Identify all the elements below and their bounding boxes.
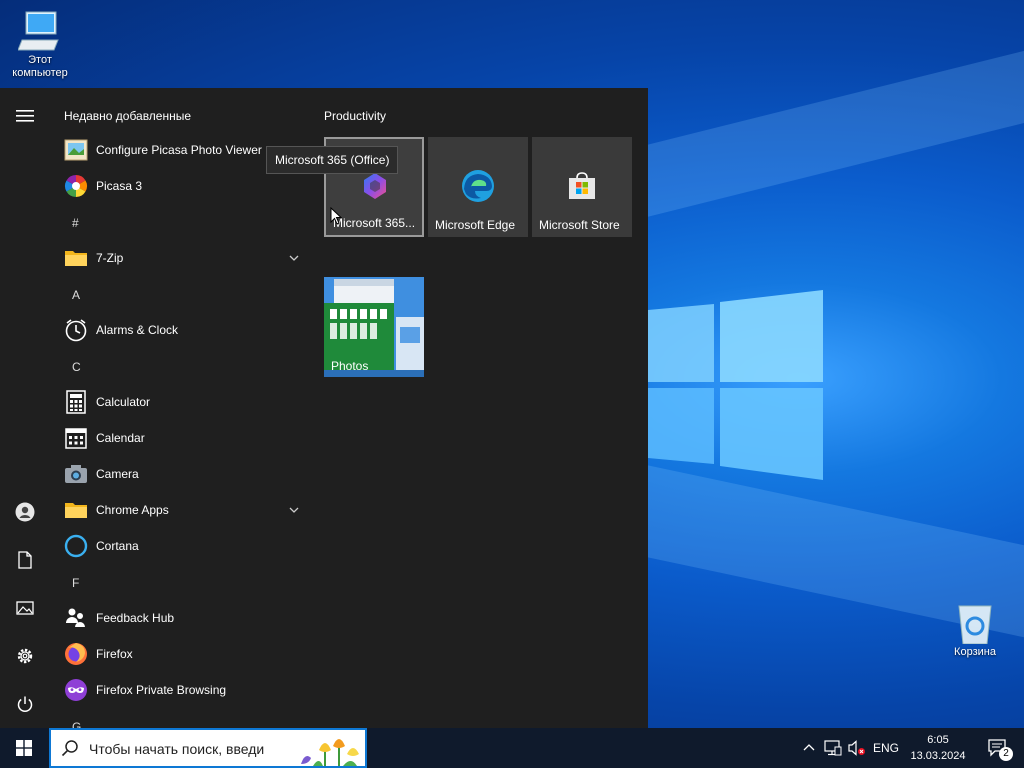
hamburger-icon <box>16 110 34 122</box>
clock-date: 13.03.2024 <box>910 750 966 762</box>
store-icon <box>569 172 595 199</box>
app-item-alarms-clock[interactable]: Alarms & Clock <box>50 312 312 348</box>
app-item-firefox-private[interactable]: Firefox Private Browsing <box>50 672 312 708</box>
notification-count-badge: 2 <box>999 747 1013 761</box>
clock-time: 6:05 <box>927 734 949 746</box>
app-item-chrome-apps[interactable]: Chrome Apps <box>50 492 312 528</box>
tile-label: Microsoft 365... <box>333 216 416 230</box>
search-icon <box>61 740 78 757</box>
app-label: 7-Zip <box>96 251 124 265</box>
app-label: Firefox <box>96 647 133 661</box>
search-box[interactable] <box>49 728 367 768</box>
user-account-button[interactable] <box>5 492 45 532</box>
input-language-button[interactable]: ENG <box>870 728 902 768</box>
documents-icon <box>18 551 32 569</box>
clock[interactable]: 6:05 13.03.2024 <box>902 732 974 764</box>
documents-button[interactable] <box>5 540 45 580</box>
app-label: Picasa 3 <box>96 179 143 193</box>
computer-icon <box>17 10 62 52</box>
picasa-icon <box>64 174 88 198</box>
tile-label: Photos <box>331 359 369 373</box>
section-letter-f[interactable]: F <box>72 576 79 590</box>
desktop-icon-label: Корзина <box>954 646 996 658</box>
taskbar: ENG 6:05 13.03.2024 2 <box>0 728 1024 768</box>
volume-button[interactable] <box>846 728 868 768</box>
firefox-private-icon <box>64 678 88 702</box>
recently-added-heading: Недавно добавленные <box>64 109 192 123</box>
tile-microsoft-edge[interactable]: Microsoft Edge <box>428 137 528 237</box>
app-item-camera[interactable]: Camera <box>50 456 312 492</box>
tile-microsoft-store[interactable]: Microsoft Store <box>532 137 632 237</box>
folder-icon <box>64 498 88 522</box>
settings-icon <box>17 648 33 664</box>
app-list: Недавно добавленные Configure Picasa Pho… <box>50 88 312 728</box>
tile-group-title: Productivity <box>324 109 387 123</box>
tiles-panel: Productivity Microsoft 365... Microsoft … <box>266 88 648 728</box>
desktop-icon-recycle-bin[interactable]: Корзина <box>935 602 1015 659</box>
alarm-clock-icon <box>64 318 88 342</box>
action-center-button[interactable]: 2 <box>978 728 1018 768</box>
mouse-cursor-icon <box>330 207 342 225</box>
tooltip: Microsoft 365 (Office) <box>266 146 399 174</box>
network-icon <box>824 740 842 756</box>
app-label: Calendar <box>96 431 145 445</box>
chevron-down-icon[interactable] <box>288 252 300 264</box>
recycle-bin-icon <box>953 602 997 645</box>
windows-start-icon <box>16 740 32 756</box>
edge-icon <box>462 170 494 202</box>
start-menu: Недавно добавленные Configure Picasa Pho… <box>0 88 648 728</box>
app-item-7zip[interactable]: 7-Zip <box>50 240 312 276</box>
desktop-icon-this-pc[interactable]: Этот компьютер <box>0 10 80 80</box>
hamburger-button[interactable] <box>5 96 45 136</box>
cortana-icon <box>64 534 88 558</box>
settings-button[interactable] <box>5 636 45 676</box>
app-label: Firefox Private Browsing <box>96 683 227 697</box>
user-icon <box>15 502 35 522</box>
folder-icon <box>64 246 88 270</box>
network-button[interactable] <box>822 728 844 768</box>
app-label: Camera <box>96 467 139 481</box>
section-letter-a[interactable]: A <box>72 288 80 302</box>
app-label: Alarms & Clock <box>96 323 179 337</box>
desktop-icon-label: Этот компьютер <box>12 54 68 79</box>
app-item-feedback-hub[interactable]: Feedback Hub <box>50 600 312 636</box>
picasa-viewer-icon <box>64 138 88 162</box>
app-label: Configure Picasa Photo Viewer <box>96 143 262 157</box>
feedback-hub-icon <box>64 606 88 630</box>
tile-photos[interactable]: Photos <box>324 277 424 377</box>
calendar-icon <box>64 426 88 450</box>
power-icon <box>17 696 33 713</box>
power-button[interactable] <box>5 684 45 724</box>
firefox-icon <box>64 642 88 666</box>
tile-label: Microsoft Store <box>539 218 620 232</box>
start-rail <box>0 88 50 728</box>
windows-logo-wallpaper <box>648 290 823 480</box>
app-label: Feedback Hub <box>96 611 175 625</box>
chevron-down-icon[interactable] <box>288 504 300 516</box>
section-letter-hash[interactable]: # <box>72 216 79 230</box>
app-label: Cortana <box>96 539 139 553</box>
chevron-up-icon <box>803 744 815 751</box>
app-item-calculator[interactable]: Calculator <box>50 384 312 420</box>
camera-icon <box>64 462 88 486</box>
app-item-firefox[interactable]: Firefox <box>50 636 312 672</box>
section-letter-c[interactable]: C <box>72 360 81 374</box>
show-hidden-icons-button[interactable] <box>798 728 820 768</box>
start-button[interactable] <box>0 728 48 768</box>
app-label: Chrome Apps <box>96 503 169 517</box>
pictures-button[interactable] <box>5 588 45 628</box>
pictures-icon <box>16 601 34 615</box>
volume-muted-icon <box>848 740 865 756</box>
app-item-cortana[interactable]: Cortana <box>50 528 312 564</box>
search-highlight-flowers-icon <box>301 739 359 766</box>
tile-label: Microsoft Edge <box>435 218 516 232</box>
app-label: Calculator <box>96 395 151 409</box>
search-input[interactable] <box>89 738 289 760</box>
app-item-calendar[interactable]: Calendar <box>50 420 312 456</box>
calculator-icon <box>64 390 88 414</box>
microsoft-365-icon <box>364 173 386 199</box>
section-letter-g[interactable]: G <box>72 720 81 728</box>
